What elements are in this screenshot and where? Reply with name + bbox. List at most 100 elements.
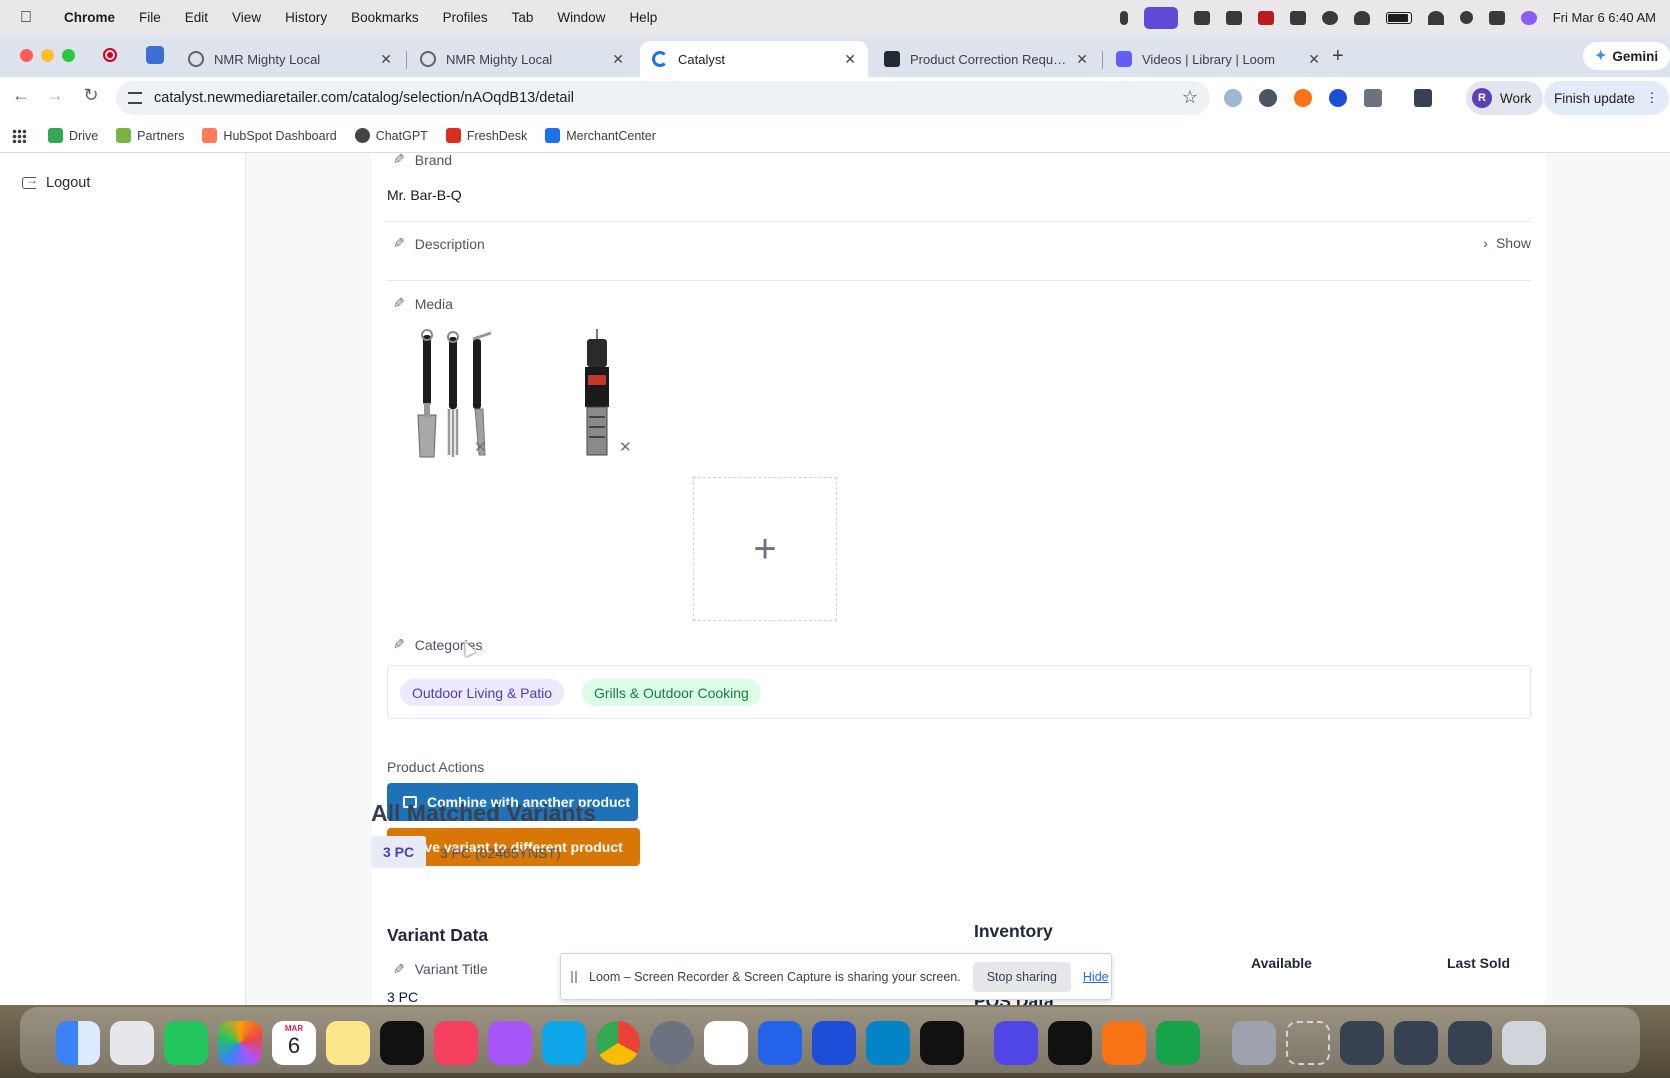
- close-tab-icon[interactable]: ✕: [844, 51, 856, 68]
- minimized-window-3-icon[interactable]: [1448, 1021, 1492, 1065]
- close-tab-icon[interactable]: ✕: [1308, 51, 1320, 68]
- control-center-icon[interactable]: [1488, 10, 1505, 25]
- menu-edit[interactable]: Edit: [173, 10, 220, 25]
- user-status-icon[interactable]: [1353, 10, 1370, 25]
- excel-icon[interactable]: [1156, 1021, 1200, 1065]
- outlook-icon[interactable]: [866, 1021, 910, 1065]
- forward-icon[interactable]: →: [42, 85, 68, 106]
- navigation-app-icon[interactable]: [920, 1021, 964, 1065]
- bookmark-drive[interactable]: Drive: [48, 128, 98, 143]
- minimize-window-icon[interactable]: [41, 49, 54, 62]
- menu-window[interactable]: Window: [545, 10, 617, 25]
- bookmark-star-icon[interactable]: ☆: [1182, 87, 1198, 108]
- hide-link[interactable]: Hide: [1083, 970, 1109, 984]
- back-icon[interactable]: ←: [8, 85, 34, 106]
- add-media-button[interactable]: +: [693, 477, 837, 621]
- description-show-toggle[interactable]: › Show: [1483, 235, 1531, 251]
- variant-code-label[interactable]: 3 PC (02465YNST): [440, 845, 561, 861]
- close-tab-icon[interactable]: ✕: [380, 51, 392, 68]
- zoom-icon[interactable]: [758, 1021, 802, 1065]
- category-chip[interactable]: Grills & Outdoor Cooking: [582, 679, 761, 706]
- extension-icon-2[interactable]: [1259, 89, 1277, 107]
- extension-icon-4[interactable]: [1329, 89, 1347, 107]
- menu-bookmarks[interactable]: Bookmarks: [339, 10, 431, 25]
- extension-icon-1[interactable]: [1224, 89, 1242, 107]
- logout-link[interactable]: Logout: [22, 173, 90, 191]
- menu-help[interactable]: Help: [617, 10, 669, 25]
- variant-chip[interactable]: 3 PC: [371, 836, 427, 868]
- hubspot-status-icon[interactable]: [1257, 10, 1274, 25]
- launchpad-icon[interactable]: [110, 1021, 154, 1065]
- trash-icon[interactable]: [1502, 1021, 1546, 1065]
- media-image-packaged-set[interactable]: [541, 325, 661, 465]
- menu-history[interactable]: History: [273, 10, 339, 25]
- profile-button[interactable]: R Work: [1466, 81, 1544, 115]
- apps-grid-icon[interactable]: [12, 128, 26, 143]
- screen-share-icon[interactable]: [1143, 6, 1178, 29]
- menu-tab[interactable]: Tab: [500, 10, 546, 25]
- recording-icon[interactable]: [103, 48, 117, 62]
- bookmark-chatgpt[interactable]: ChatGPT: [354, 128, 428, 143]
- menu-clock[interactable]: Fri Mar 6 6:40 AM: [1553, 10, 1656, 25]
- apple-tv-icon[interactable]: [380, 1021, 424, 1065]
- menu-app-name[interactable]: Chrome: [52, 10, 127, 25]
- media-image-tool-set[interactable]: [399, 325, 519, 465]
- calendar-icon[interactable]: MAR 6: [272, 1021, 316, 1065]
- music-icon[interactable]: [434, 1021, 478, 1065]
- bookmark-freshdesk[interactable]: FreshDesk: [445, 128, 527, 143]
- word-icon[interactable]: [812, 1021, 856, 1065]
- address-bar[interactable]: catalyst.newmediaretailer.com/catalog/se…: [116, 81, 1210, 115]
- minimized-window-1-icon[interactable]: [1340, 1021, 1384, 1065]
- more-vertical-icon[interactable]: ⋮: [1645, 90, 1659, 106]
- remove-media-icon[interactable]: ✕: [474, 438, 487, 456]
- tab-nmr-mighty-local-1[interactable]: NMR Mighty Local ✕: [176, 41, 404, 77]
- reload-icon[interactable]: ↻: [78, 85, 104, 106]
- pencil-icon[interactable]: ✎: [393, 153, 405, 168]
- loom-status-icon[interactable]: [1193, 10, 1210, 25]
- tab-loom-library[interactable]: Videos | Library | Loom ✕: [1104, 41, 1332, 77]
- stop-sharing-button[interactable]: Stop sharing: [972, 961, 1071, 992]
- minimized-window-2-icon[interactable]: [1394, 1021, 1438, 1065]
- battery-icon[interactable]: [1385, 11, 1412, 24]
- pencil-icon[interactable]: ✎: [393, 961, 405, 978]
- site-info-icon[interactable]: [128, 92, 142, 104]
- pencil-icon[interactable]: ✎: [393, 235, 405, 252]
- extensions-puzzle-icon[interactable]: [1364, 89, 1382, 107]
- siri-icon[interactable]: [1520, 10, 1537, 25]
- microphone-icon[interactable]: [1119, 10, 1128, 25]
- tab-search-icon[interactable]: [146, 46, 164, 64]
- tab-catalyst[interactable]: Catalyst ✕: [640, 41, 868, 77]
- terminal-icon[interactable]: [1048, 1021, 1092, 1065]
- chrome-icon[interactable]: [596, 1021, 640, 1065]
- pencil-icon[interactable]: ✎: [393, 636, 405, 653]
- menu-view[interactable]: View: [220, 10, 273, 25]
- tab-nmr-mighty-local-2[interactable]: NMR Mighty Local ✕: [408, 41, 636, 77]
- menu-profiles[interactable]: Profiles: [431, 10, 500, 25]
- close-tab-icon[interactable]: ✕: [1076, 51, 1088, 68]
- wifi-icon[interactable]: [1427, 10, 1444, 25]
- bookmark-partners[interactable]: Partners: [116, 128, 184, 143]
- bookmark-hubspot-dashboard[interactable]: HubSpot Dashboard: [202, 128, 337, 143]
- gemini-button[interactable]: ✦ Gemini: [1583, 42, 1670, 70]
- tab-search-media-icon[interactable]: [1414, 89, 1432, 107]
- new-tab-icon[interactable]: +: [1332, 45, 1344, 68]
- drag-handle-icon[interactable]: [571, 970, 577, 983]
- slack-icon[interactable]: [704, 1021, 748, 1065]
- menu-file[interactable]: File: [127, 10, 173, 25]
- finder-icon[interactable]: [56, 1021, 100, 1065]
- tab-product-correction-requests[interactable]: Product Correction Requests ✕: [872, 41, 1100, 77]
- help-icon[interactable]: [1286, 1021, 1330, 1065]
- photos-icon[interactable]: [218, 1021, 262, 1065]
- password-status-icon[interactable]: [1321, 10, 1338, 25]
- extension-icon-3[interactable]: [1294, 89, 1312, 107]
- bookmark-merchantcenter[interactable]: MerchantCenter: [545, 128, 656, 143]
- apple-menu-icon[interactable]: : [0, 9, 52, 27]
- pencil-icon[interactable]: ✎: [393, 295, 405, 312]
- claude-icon[interactable]: [1102, 1021, 1146, 1065]
- notes-icon[interactable]: [326, 1021, 370, 1065]
- finish-update-button[interactable]: Finish update ⋮: [1544, 81, 1669, 115]
- shield-status-icon[interactable]: [1289, 10, 1306, 25]
- podcasts-icon[interactable]: [488, 1021, 532, 1065]
- zoom-window-icon[interactable]: [62, 49, 75, 62]
- preview-thumbnail-icon[interactable]: [1232, 1021, 1276, 1065]
